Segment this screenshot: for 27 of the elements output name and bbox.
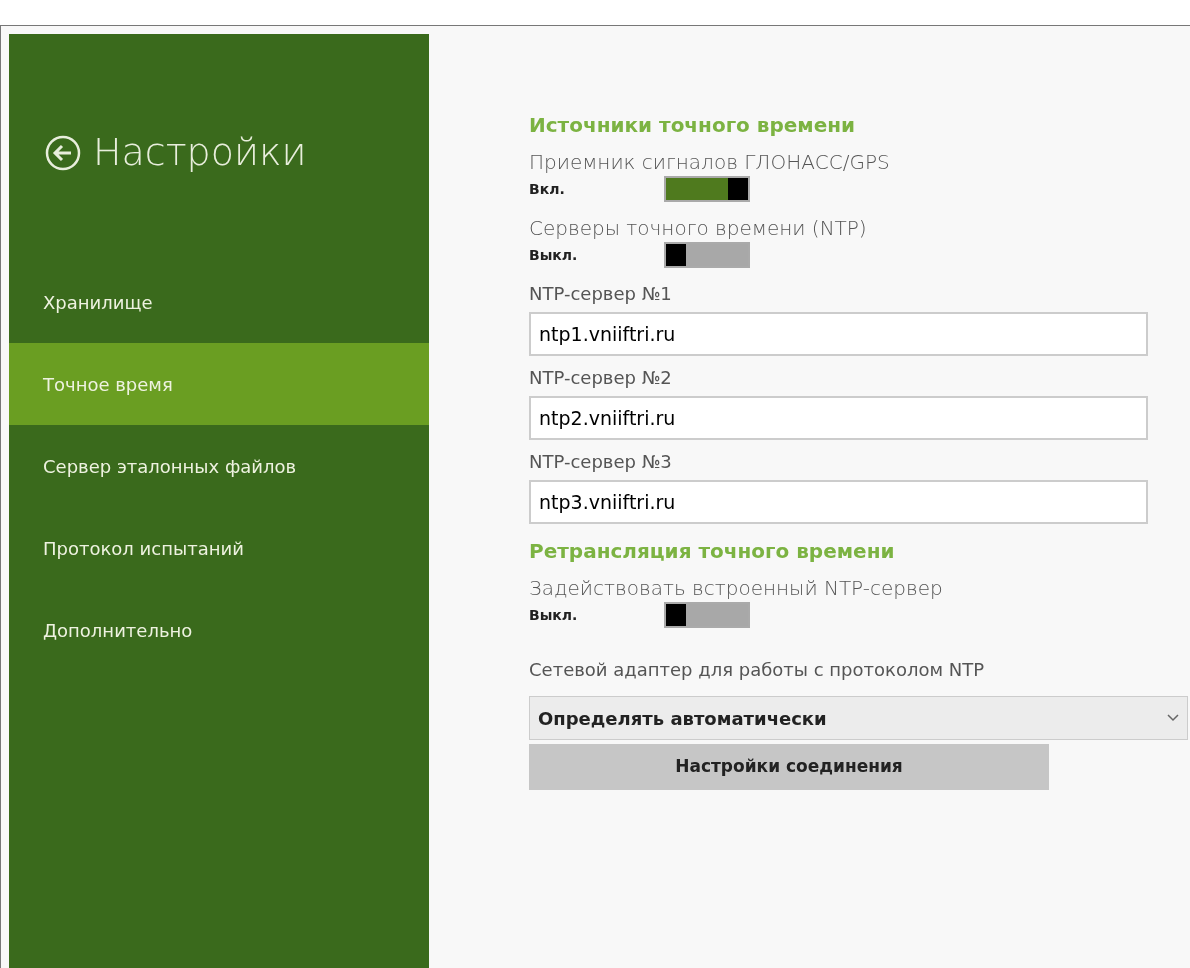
chevron-down-icon xyxy=(1167,714,1179,722)
sidebar-item[interactable]: Сервер эталонных файлов xyxy=(9,425,429,507)
input-field[interactable]: ntp2.vniiftri.ru xyxy=(529,396,1148,440)
setting-label: Приемник сигналов ГЛОНАСС/GPS xyxy=(529,149,891,176)
input-field[interactable]: ntp1.vniiftri.ru xyxy=(529,312,1148,356)
section-heading: Источники точного времени xyxy=(529,112,857,139)
toggle-switch[interactable] xyxy=(664,176,750,202)
field-label: NTP-сервер №3 xyxy=(529,450,673,474)
dropdown[interactable]: Определять автоматически xyxy=(529,696,1188,740)
input-field[interactable]: ntp3.vniiftri.ru xyxy=(529,480,1148,524)
toggle-state-text: Выкл. xyxy=(529,245,579,265)
setting-label: Серверы точного времени (NTP) xyxy=(529,215,868,242)
toggle-switch[interactable] xyxy=(664,242,750,268)
sidebar-title: Настройки xyxy=(93,129,307,176)
toggle-state-text: Вкл. xyxy=(529,179,566,199)
toggle-state-text: Выкл. xyxy=(529,605,579,625)
connection-settings-button[interactable]: Настройки соединения xyxy=(529,744,1049,790)
sidebar-item[interactable]: Дополнительно xyxy=(9,589,429,671)
field-label: NTP-сервер №1 xyxy=(529,282,673,306)
sidebar-item[interactable]: Протокол испытаний xyxy=(9,507,429,589)
section-heading: Ретрансляция точного времени xyxy=(529,538,896,565)
field-label: NTP-сервер №2 xyxy=(529,366,673,390)
toggle-switch[interactable] xyxy=(664,602,750,628)
field-label: Сетевой адаптер для работы с протоколом NTP xyxy=(529,658,986,682)
back-icon[interactable] xyxy=(45,134,81,171)
sidebar-item[interactable]: Хранилище xyxy=(9,261,429,343)
setting-label: Задействовать встроенный NTP-сервер xyxy=(529,575,944,602)
